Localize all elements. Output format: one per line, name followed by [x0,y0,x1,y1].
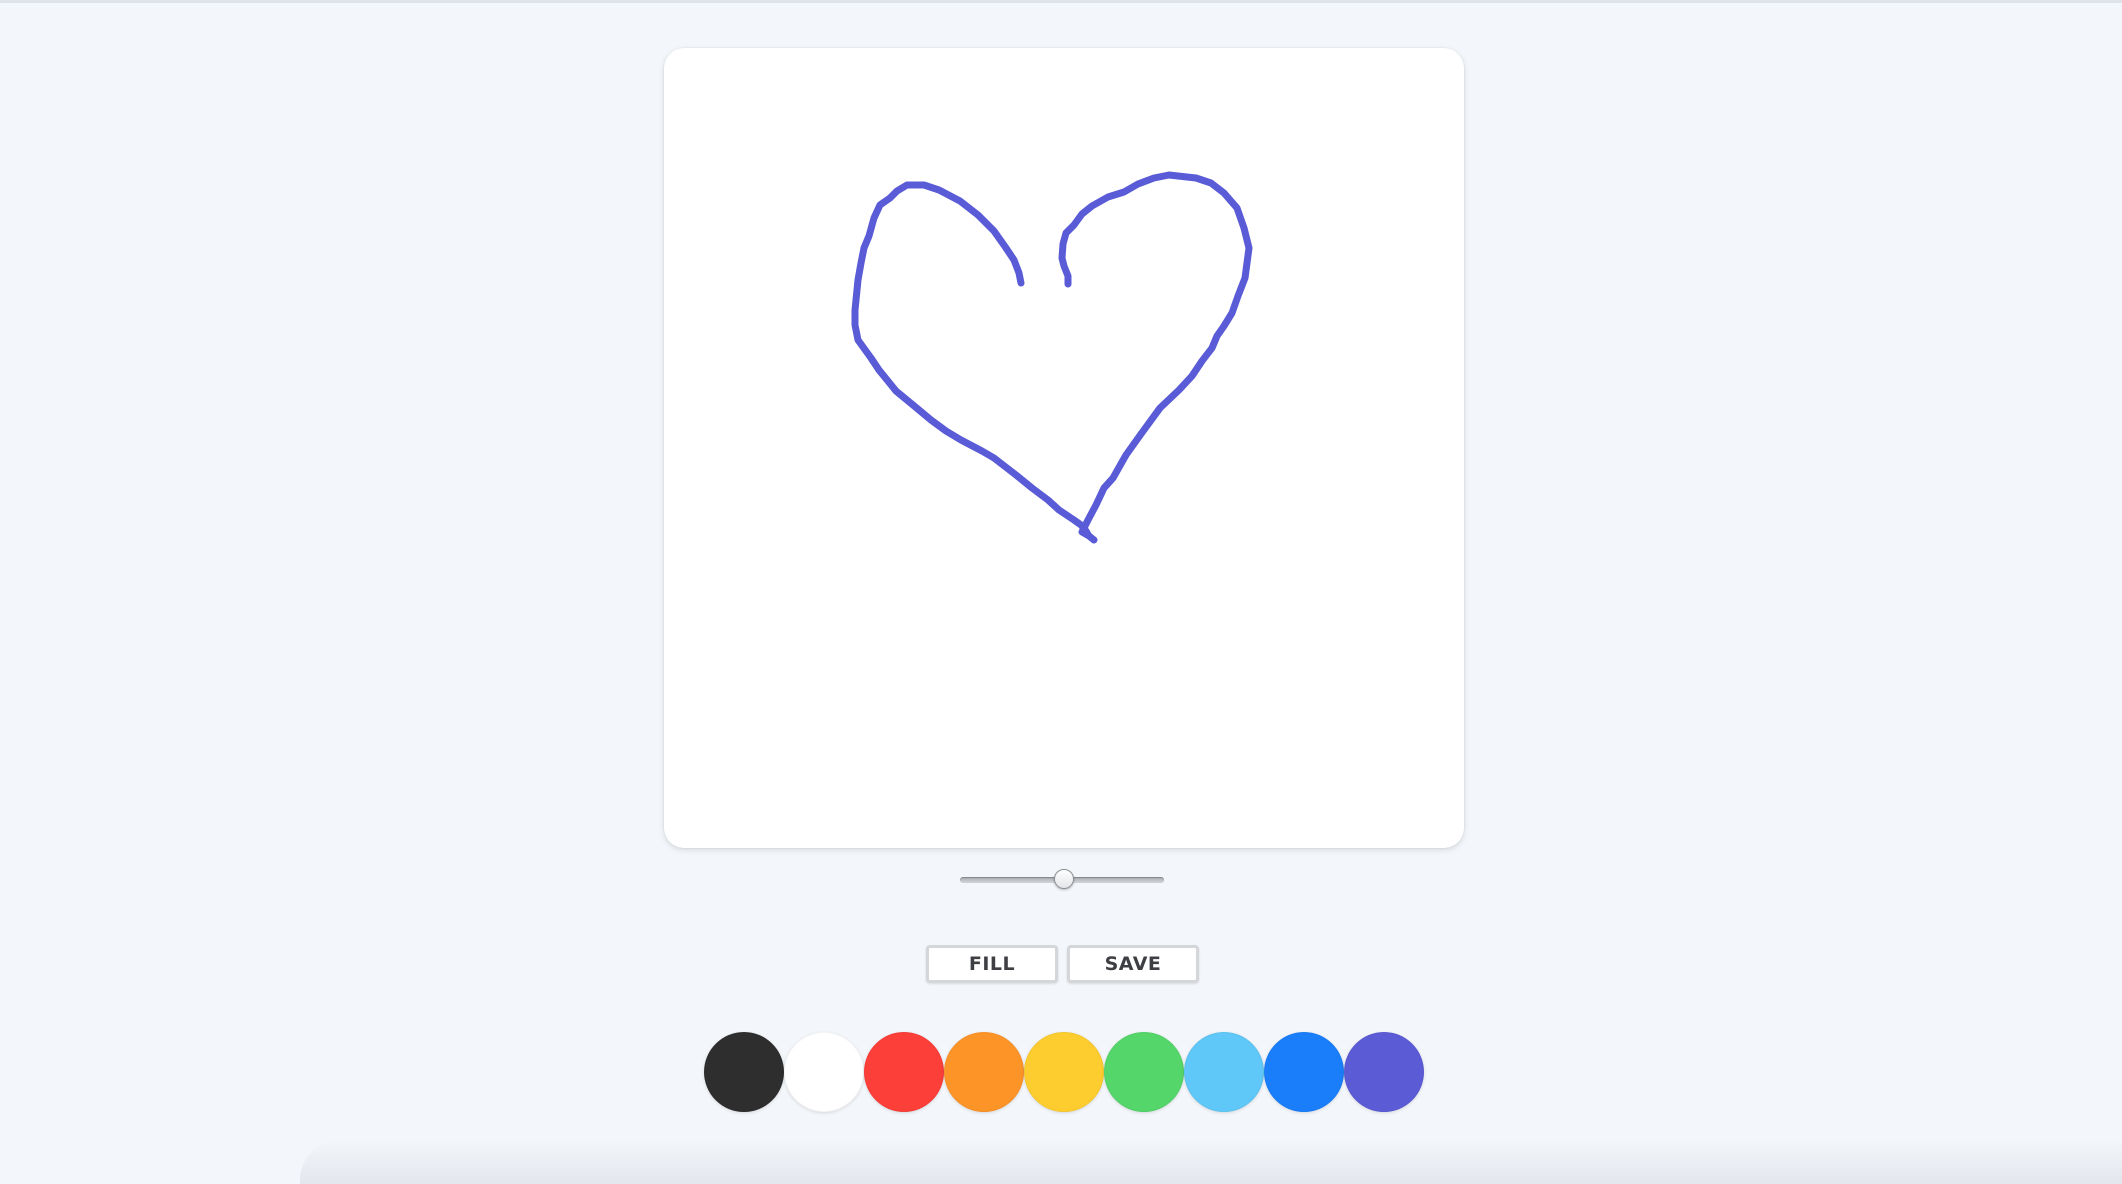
color-swatch-purple[interactable] [1344,1032,1424,1112]
window-top-border [0,0,2122,3]
slider-thumb[interactable] [1054,869,1074,889]
heart-stroke [851,171,1253,544]
color-palette [704,1032,1424,1112]
canvas-drawing [851,171,1253,544]
color-swatch-black[interactable] [704,1032,784,1112]
drawing-canvas[interactable] [664,48,1464,848]
color-swatch-yellow[interactable] [1024,1032,1104,1112]
color-swatch-white[interactable] [784,1032,864,1112]
color-swatch-blue[interactable] [1264,1032,1344,1112]
brush-size-slider[interactable] [960,869,1164,889]
fill-button[interactable]: FILL [926,945,1058,983]
color-swatch-red[interactable] [864,1032,944,1112]
bottom-shadow [300,1140,2122,1184]
save-button[interactable]: SAVE [1067,945,1199,983]
color-swatch-green[interactable] [1104,1032,1184,1112]
color-swatch-light-blue[interactable] [1184,1032,1264,1112]
color-swatch-orange[interactable] [944,1032,1024,1112]
